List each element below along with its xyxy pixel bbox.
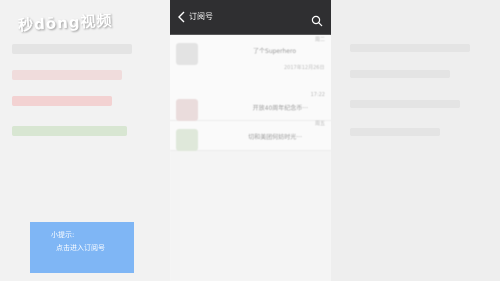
bg-row	[350, 100, 460, 108]
item-date: 2017年12月26日	[284, 65, 325, 71]
item-snippet: 开放40周年纪念币···	[252, 105, 308, 112]
navigation-bar: 订阅号	[170, 0, 331, 35]
bg-row	[12, 70, 122, 80]
bg-row	[350, 70, 450, 78]
bg-row	[12, 126, 127, 136]
item-snippet: 了个Superhero	[253, 48, 296, 55]
item-time: 17:22	[310, 92, 325, 98]
account-avatar	[176, 129, 198, 151]
item-time: 周二	[314, 37, 325, 43]
page-title: 订阅号	[189, 12, 213, 21]
phone-screen: 订阅号 周二 了个Superhero 2017年12月26日 17:22 开放4…	[170, 0, 331, 281]
account-avatar	[176, 99, 198, 121]
list-item[interactable]: 17:22 开放40周年纪念币···	[170, 91, 331, 121]
bg-row	[350, 128, 440, 136]
subscription-list: 周二 了个Superhero 2017年12月26日 17:22 开放40周年纪…	[170, 35, 331, 281]
bg-row	[350, 44, 470, 52]
list-item[interactable]: 周二 了个Superhero 2017年12月26日	[170, 35, 331, 95]
list-item[interactable]: 周五 切和美团何妨时光···	[170, 121, 331, 151]
tip-instruction: 点击进入订阅号	[56, 244, 105, 252]
tip-title: 小提示:	[51, 231, 75, 239]
bg-row	[12, 96, 112, 106]
item-snippet: 切和美团何妨时光···	[248, 134, 302, 141]
bg-row	[12, 44, 132, 54]
tip-box: 小提示: 点击进入订阅号	[30, 222, 134, 273]
chevron-left-icon[interactable]	[176, 10, 188, 24]
background-list-right	[330, 0, 500, 281]
account-avatar	[176, 43, 198, 65]
search-icon[interactable]	[311, 12, 323, 27]
item-time: 周五	[314, 121, 325, 127]
